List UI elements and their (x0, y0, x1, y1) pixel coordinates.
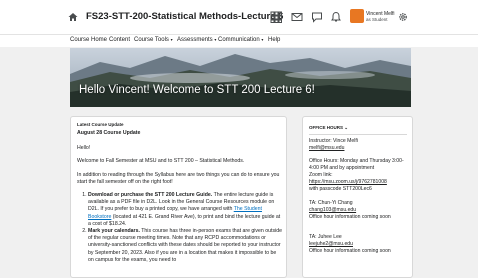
ta2-info: Office hour information coming soon (309, 248, 391, 254)
chevron-down-icon: ▾ (261, 37, 264, 42)
list-item-heading: Mark your calendars. (88, 228, 140, 235)
office-hours-times: Office Hours: Monday and Thursday 3:00-4… (309, 158, 404, 171)
chevron-down-icon: ▾ (214, 37, 217, 42)
update-intro: Welcome to Fall Semester at MSU and to S… (77, 158, 245, 164)
ta1-name: TA: Chun-Yi Chang (309, 200, 353, 206)
list-item: Download or purchase the STT 200 Lecture… (88, 192, 282, 228)
zoom-label: Zoom link: (309, 172, 333, 178)
nav-help[interactable]: Help (268, 37, 280, 43)
update-title: August 28 Course Update (77, 130, 141, 136)
list-item: Mark your calendars. This course has thr… (88, 228, 282, 264)
ta2-name: TA: Juhee Lee (309, 234, 342, 240)
banner-image (70, 48, 411, 107)
grid-icon[interactable] (270, 11, 282, 23)
nav-communication[interactable]: Communication ▾ (218, 37, 263, 43)
nav-communication-label: Communication (218, 37, 260, 43)
list-item-text: (located at 421 E. Grand River Ave), to … (88, 213, 281, 227)
chevron-down-icon: ⌄ (344, 125, 349, 130)
welcome-message: Hello Vincent! Welcome to STT 200 Lectur… (79, 84, 315, 96)
nav-course-tools[interactable]: Course Tools ▾ (134, 37, 173, 43)
gear-icon[interactable] (398, 12, 408, 22)
avatar[interactable] (350, 9, 364, 23)
divider (309, 134, 407, 135)
instructor-email-link[interactable]: melfi@msu.edu (309, 145, 409, 152)
nav-assessments[interactable]: Assessments ▾ (177, 37, 216, 43)
ta2-email-link[interactable]: leejuhe2@msu.edu (309, 241, 409, 248)
ta1-email-link[interactable]: chang103@msu.edu (309, 207, 409, 214)
nav-assessments-label: Assessments (177, 37, 213, 43)
zoom-link[interactable]: https://msu.zoom.us/j/9762781008 (309, 179, 409, 186)
course-navbar: Course Home Content Course Tools ▾ Asses… (0, 35, 478, 47)
nav-course-tools-label: Course Tools (134, 37, 169, 43)
office-hours-header[interactable]: OFFICE HOURS ⌄ (309, 125, 409, 132)
top-bar: FS23-STT-200-Statistical Methods-Lecture… (0, 0, 478, 35)
office-hours-widget: OFFICE HOURS ⌄ Instructor: Vince Melfi m… (302, 116, 413, 278)
nav-content[interactable]: Content (109, 37, 130, 43)
home-icon[interactable] (68, 12, 78, 22)
course-update-widget: Latest Course Update August 28 Course Up… (70, 116, 287, 278)
instructor-name: Instructor: Vince Melfi (309, 138, 358, 144)
user-role: as Student (366, 17, 388, 22)
list-item-heading: Download or purchase the STT 200 Lecture… (88, 192, 213, 198)
mail-icon[interactable] (291, 11, 303, 23)
update-list: Download or purchase the STT 200 Lecture… (77, 192, 282, 264)
update-paragraph: In addition to reading through the Sylla… (77, 172, 280, 186)
chevron-down-icon: ▾ (170, 37, 173, 42)
course-banner: Hello Vincent! Welcome to STT 200 Lectur… (70, 48, 411, 107)
nav-course-home[interactable]: Course Home (70, 37, 107, 43)
zoom-passcode: with passcode STT200Lec6 (309, 186, 372, 192)
chat-icon[interactable] (311, 11, 323, 23)
update-greeting: Hello! (77, 145, 91, 151)
widget-label: Latest Course Update (77, 122, 124, 127)
course-title[interactable]: FS23-STT-200-Statistical Methods-Lecture… (86, 11, 283, 22)
office-hours-label: OFFICE HOURS (309, 125, 344, 130)
ta1-info: Office hour information coming soon (309, 214, 391, 220)
bell-icon[interactable] (330, 11, 342, 23)
